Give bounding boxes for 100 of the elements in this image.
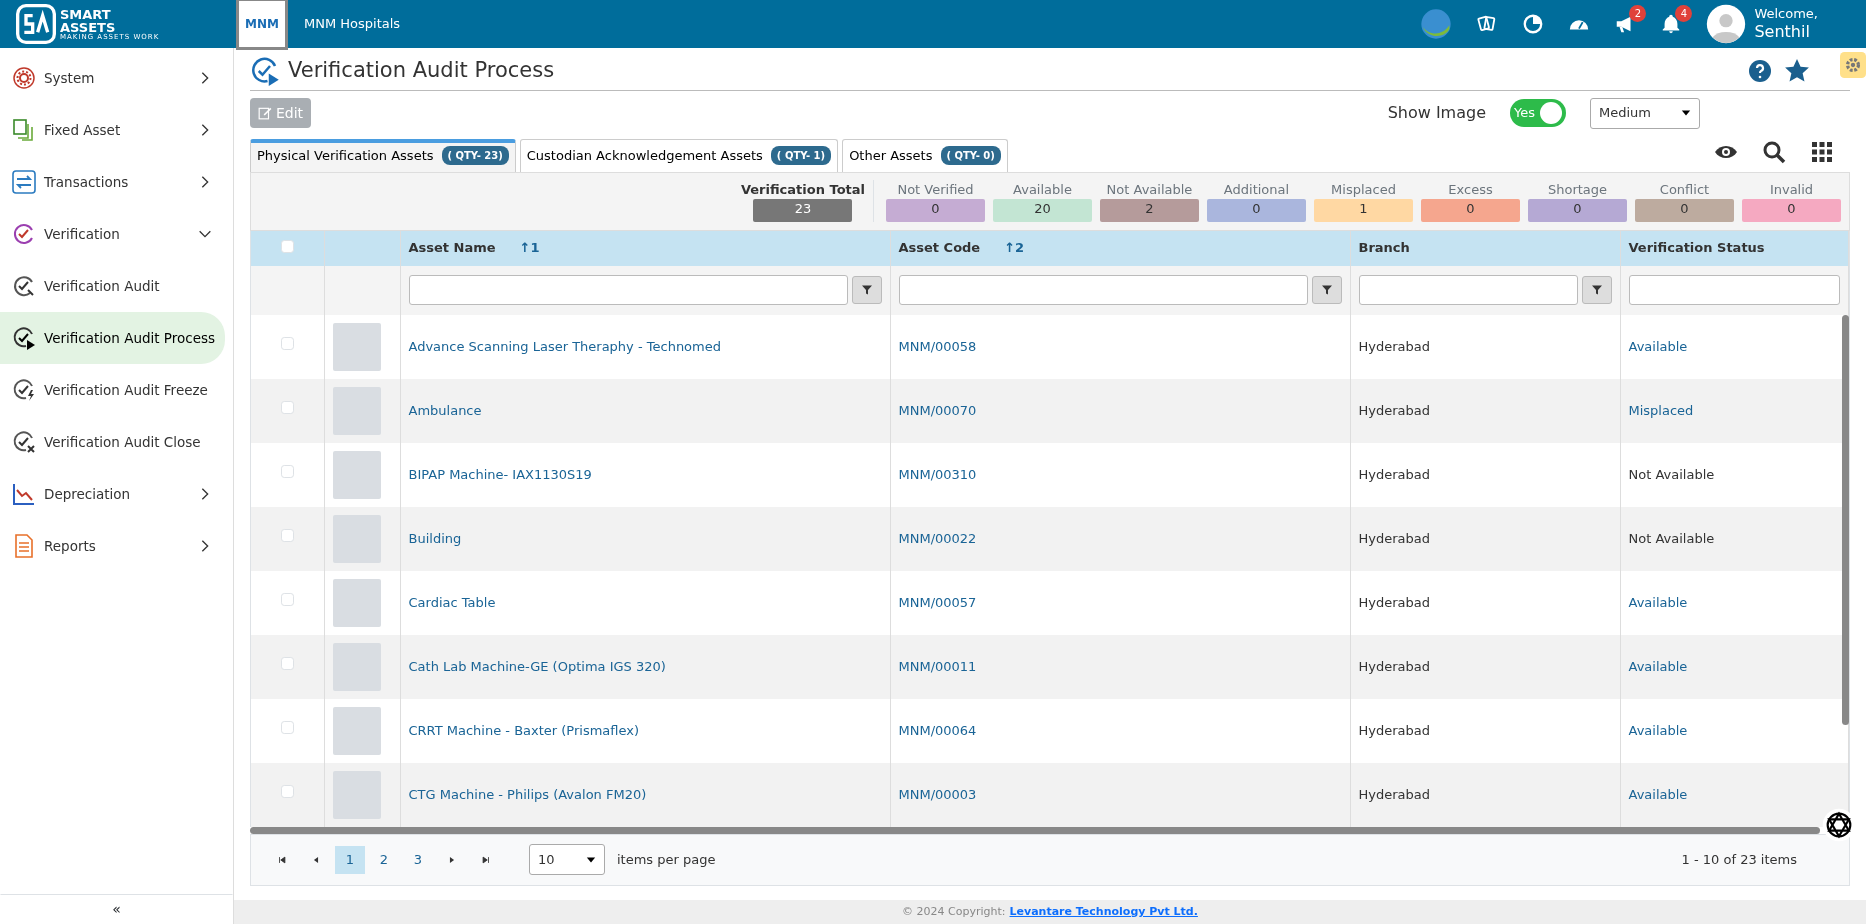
- row-checkbox[interactable]: [280, 336, 294, 350]
- sidebar-item[interactable]: Reports: [0, 520, 225, 572]
- summary-label: Not Available: [1106, 180, 1193, 199]
- sidebar-item[interactable]: Depreciation: [0, 468, 225, 520]
- asset-code-link[interactable]: MNM/00310: [898, 466, 977, 482]
- filter-field[interactable]: [408, 275, 848, 305]
- asset-code-link[interactable]: MNM/00064: [898, 722, 977, 738]
- row-checkbox[interactable]: [280, 464, 294, 478]
- filter-field[interactable]: [898, 275, 1308, 305]
- sort-indicator: ↑2: [1004, 240, 1025, 256]
- tab[interactable]: Other Assets ( QTY- 0): [842, 139, 1008, 172]
- status-text: Not Available: [1628, 466, 1715, 482]
- star-icon[interactable]: [1784, 58, 1810, 84]
- check-icon: [12, 274, 36, 298]
- branch-text: Hyderabad: [1358, 658, 1430, 674]
- qty-badge: ( QTY- 0): [940, 146, 1001, 166]
- summary-label: Available: [1013, 180, 1072, 199]
- filter-field[interactable]: [1628, 275, 1840, 305]
- sidebar-subitem[interactable]: Verification Audit: [0, 260, 225, 312]
- page-button[interactable]: 2: [369, 845, 399, 874]
- filter-button[interactable]: [851, 276, 882, 304]
- asset-name-link[interactable]: CRRT Machine - Baxter (Prismaflex): [408, 722, 640, 738]
- sidebar-subitem[interactable]: Verification Audit Process: [0, 312, 225, 364]
- status-count: 0: [1207, 199, 1306, 223]
- asset-name-link[interactable]: Building: [408, 530, 462, 546]
- tab[interactable]: Custodian Acknowledgement Assets ( QTY- 1): [519, 139, 839, 172]
- status-text[interactable]: Misplaced: [1628, 402, 1694, 418]
- pie-icon[interactable]: [1522, 13, 1545, 35]
- sidebar-subitem[interactable]: Verification Audit Close: [0, 416, 225, 468]
- grid-icon[interactable]: [1810, 139, 1834, 164]
- asset-code-link[interactable]: MNM/00022: [898, 530, 977, 546]
- last-page-icon[interactable]: [481, 854, 491, 865]
- status-text[interactable]: Available: [1628, 786, 1688, 802]
- asset-name-link[interactable]: Advance Scanning Laser Theraphy - Technomed: [408, 338, 721, 354]
- page-range-text: 1 - 10 of 23 items: [1681, 850, 1797, 869]
- filter-field[interactable]: [1358, 275, 1578, 305]
- asset-code-link[interactable]: MNM/00003: [898, 786, 977, 802]
- sidebar-subitem[interactable]: Verification Audit Freeze: [0, 364, 225, 416]
- sidebar-item[interactable]: Verification: [0, 208, 225, 260]
- column-header[interactable]: Verification Status: [1628, 240, 1765, 256]
- page-size-dropdown[interactable]: 10: [529, 844, 605, 875]
- settings-icon[interactable]: [1840, 52, 1866, 78]
- select-all-checkbox[interactable]: [280, 240, 294, 254]
- user-name[interactable]: Senthil: [1754, 22, 1818, 43]
- branch-text: Hyderabad: [1358, 338, 1430, 354]
- status-count: 2: [1100, 199, 1199, 223]
- first-page-icon[interactable]: [277, 854, 287, 865]
- sidebar-item[interactable]: Fixed Asset: [0, 104, 225, 156]
- asset-code-link[interactable]: MNM/00058: [898, 338, 977, 354]
- asset-name-link[interactable]: BIPAP Machine- IAX1130S19: [408, 466, 592, 482]
- status-text[interactable]: Available: [1628, 722, 1688, 738]
- collapse-sidebar-button[interactable]: «: [0, 894, 233, 924]
- verify-icon: [12, 222, 36, 246]
- status-text[interactable]: Available: [1628, 338, 1688, 354]
- asset-photo-placeholder: [332, 450, 381, 499]
- asset-photo-placeholder: [332, 706, 381, 755]
- status-count: 1: [1314, 199, 1413, 223]
- asset-name-link[interactable]: Cath Lab Machine-GE (Optima IGS 320): [408, 658, 666, 674]
- filter-button[interactable]: [1581, 276, 1612, 304]
- row-checkbox[interactable]: [280, 656, 294, 670]
- asset-photo-placeholder: [332, 770, 381, 819]
- status-text[interactable]: Available: [1628, 594, 1688, 610]
- summary-label: Conflict: [1659, 180, 1710, 199]
- vertical-scrollbar[interactable]: [1842, 314, 1849, 725]
- asset-name-link[interactable]: CTG Machine - Philips (Avalon FM20): [408, 786, 647, 802]
- row-checkbox[interactable]: [280, 784, 294, 798]
- tab[interactable]: Physical Verification Assets ( QTY- 23): [250, 139, 516, 172]
- asset-name-link[interactable]: Ambulance: [408, 402, 482, 418]
- page-button[interactable]: 1: [335, 845, 365, 874]
- status-text[interactable]: Available: [1628, 658, 1688, 674]
- avatar-icon: [1706, 4, 1747, 44]
- asset-code-link[interactable]: MNM/00011: [898, 658, 977, 674]
- search-icon[interactable]: [1762, 139, 1786, 164]
- bolt-icon: [12, 378, 36, 402]
- asset-name-link[interactable]: Cardiac Table: [408, 594, 496, 610]
- sidebar-item[interactable]: System: [0, 52, 225, 104]
- brand-logo-icon: [16, 4, 56, 44]
- funnel-icon: [1590, 284, 1603, 296]
- status-count: 0: [1528, 199, 1627, 223]
- sidebar-item[interactable]: Transactions: [0, 156, 225, 208]
- company-link[interactable]: Levantare Technology Pvt Ltd.: [1009, 903, 1198, 921]
- image-size-dropdown[interactable]: Medium: [1590, 97, 1700, 129]
- row-checkbox[interactable]: [280, 528, 294, 542]
- row-checkbox[interactable]: [280, 720, 294, 734]
- refresh-check-icon: [250, 56, 280, 86]
- row-checkbox[interactable]: [280, 592, 294, 606]
- asset-photo-placeholder: [332, 386, 381, 435]
- column-header[interactable]: Branch: [1358, 240, 1410, 256]
- branch-text: Hyderabad: [1358, 786, 1430, 802]
- row-checkbox[interactable]: [280, 400, 294, 414]
- horizontal-scrollbar[interactable]: [250, 826, 1820, 834]
- column-header[interactable]: Asset Name: [408, 240, 496, 256]
- column-header[interactable]: Asset Code: [898, 240, 981, 256]
- help-icon[interactable]: [1748, 59, 1772, 83]
- asset-code-link[interactable]: MNM/00057: [898, 594, 977, 610]
- asset-photo-placeholder: [332, 578, 381, 627]
- page-button[interactable]: 3: [403, 845, 433, 874]
- filter-button[interactable]: [1311, 276, 1342, 304]
- branch-text: Hyderabad: [1358, 402, 1430, 418]
- asset-code-link[interactable]: MNM/00070: [898, 402, 977, 418]
